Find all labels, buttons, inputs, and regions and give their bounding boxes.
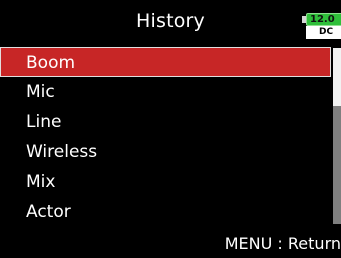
header-bar: History 12.0 DC bbox=[0, 0, 341, 42]
list-item-wireless[interactable]: Wireless bbox=[0, 137, 331, 167]
list-item-mix[interactable]: Mix bbox=[0, 167, 331, 197]
battery-icon: 12.0 bbox=[306, 13, 341, 26]
list-item-label: Mix bbox=[26, 172, 56, 192]
screen-title: History bbox=[136, 10, 205, 32]
menu-return-hint: MENU : Return bbox=[224, 234, 341, 253]
list-item-line[interactable]: Line bbox=[0, 107, 331, 137]
list-item-actor[interactable]: Actor bbox=[0, 197, 331, 227]
list-item-label: Mic bbox=[26, 82, 55, 102]
list-item-label: Boom bbox=[26, 53, 76, 73]
power-source-label: DC bbox=[306, 26, 341, 39]
list-item-label: Actor bbox=[26, 202, 71, 222]
list-item-label: Line bbox=[26, 112, 62, 132]
history-list: Boom Mic Line Wireless Mix Actor bbox=[0, 44, 341, 228]
battery-terminal-icon bbox=[302, 16, 306, 23]
list-item-label: Wireless bbox=[26, 142, 98, 162]
history-screen: History 12.0 DC Boom Mic Line Wireless M… bbox=[0, 0, 341, 258]
list-item-boom[interactable]: Boom bbox=[0, 47, 331, 77]
scrollbar-thumb[interactable] bbox=[333, 48, 341, 106]
battery-indicator: 12.0 DC bbox=[302, 13, 341, 40]
list-item-mic[interactable]: Mic bbox=[0, 77, 331, 107]
battery-voltage: 12.0 bbox=[310, 14, 335, 25]
footer-bar: MENU : Return bbox=[0, 230, 341, 258]
